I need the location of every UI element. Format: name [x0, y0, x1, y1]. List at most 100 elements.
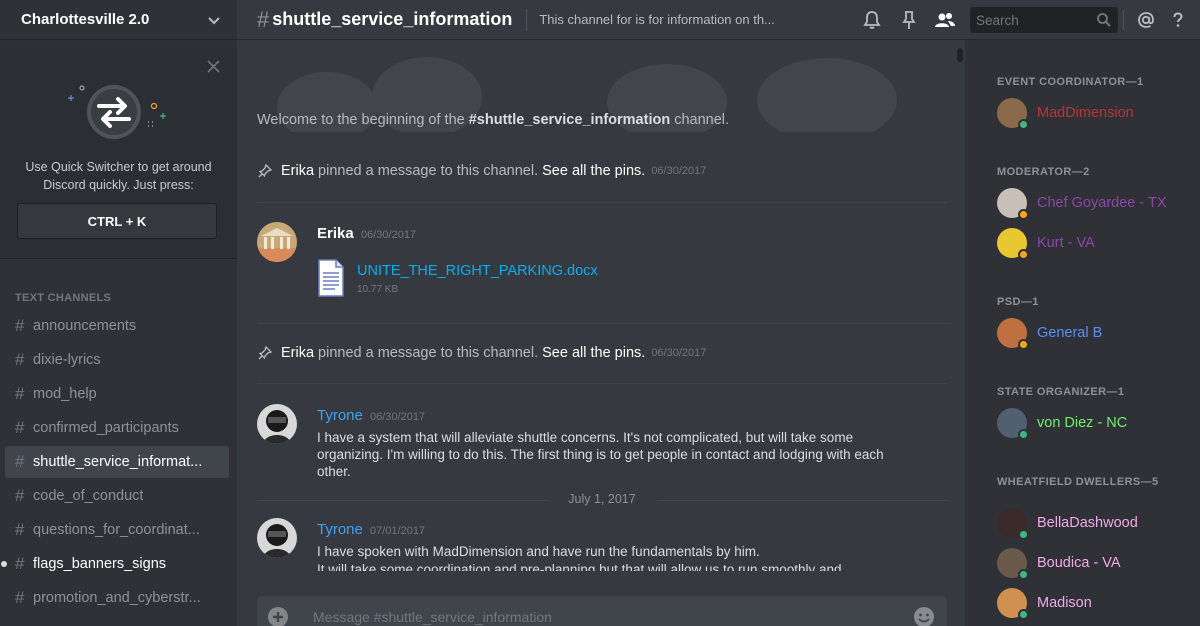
status-indicator: [1018, 339, 1029, 350]
pin-icon: [258, 163, 273, 178]
channel-name: announcements: [33, 318, 137, 334]
quick-switcher-text: Use Quick Switcher to get around Discord…: [25, 160, 212, 192]
channel-hash-icon: #: [15, 520, 25, 539]
message-author[interactable]: Tyrone: [317, 407, 363, 424]
members-icon[interactable]: [934, 9, 956, 31]
pin-author[interactable]: Erika: [281, 345, 314, 361]
member-item[interactable]: Chef Goyardee - TX: [997, 186, 1197, 220]
divider: [257, 323, 947, 324]
member-name: Chef Goyardee - TX: [1037, 195, 1167, 211]
document-icon: [318, 259, 344, 297]
channel-item[interactable]: # shuttle_service_informat...: [5, 446, 229, 478]
pin-icon: [258, 345, 273, 360]
divider: [1123, 10, 1124, 30]
mention-icon[interactable]: [1135, 9, 1157, 31]
status-indicator: [1018, 529, 1029, 540]
see-all-pins-link[interactable]: See all the pins.: [542, 163, 645, 179]
member-item[interactable]: Madison: [997, 586, 1197, 620]
channel-title: shuttle_service_information: [272, 9, 513, 29]
message: Tyrone 07/01/2017 I have spoken with Mad…: [257, 518, 947, 595]
member-item[interactable]: Kurt - VA: [997, 226, 1197, 260]
message-composer[interactable]: Message #shuttle_service_information: [257, 596, 947, 626]
member-name: Madison: [1037, 595, 1092, 611]
channel-hash-icon: #: [15, 418, 25, 437]
avatar[interactable]: [257, 222, 297, 262]
divider: [526, 8, 528, 31]
channel-item[interactable]: # flags_banners_signs: [1, 548, 229, 580]
message-text: It will take some coordination and pre-p…: [317, 562, 842, 571]
channel-hash-icon: #: [15, 350, 25, 369]
bell-icon[interactable]: [861, 9, 883, 31]
channel-name: dixie-lyrics: [33, 352, 101, 368]
channel-topic[interactable]: This channel for is for information on t…: [539, 12, 789, 27]
see-all-pins-link[interactable]: See all the pins.: [542, 345, 645, 361]
pin-icon[interactable]: [898, 9, 920, 31]
pin-text: pinned a message to this channel.: [318, 345, 539, 361]
channel-item[interactable]: # announcements: [5, 310, 229, 342]
upload-plus-icon[interactable]: [267, 606, 289, 626]
channel-item[interactable]: # mod_help: [5, 378, 229, 410]
timestamp: 06/30/2017: [651, 347, 707, 359]
attachment-link[interactable]: UNITE_THE_RIGHT_PARKING.docx: [357, 263, 598, 279]
emoji-icon[interactable]: [913, 606, 935, 626]
role-header: MODERATOR—2: [997, 166, 1090, 178]
welcome-suffix: channel.: [670, 112, 730, 128]
channel-item[interactable]: # promotion_and_cyberstr...: [5, 582, 229, 614]
channel-header: # shuttle_service_information This chann…: [237, 0, 1200, 40]
channel-name: shuttle_service_informat...: [33, 454, 203, 470]
message: Erika 06/30/2017 UNITE_THE_RIGHT_PARKING…: [257, 222, 947, 302]
message-author[interactable]: Tyrone: [317, 521, 363, 538]
scrollbar-thumb[interactable]: [957, 48, 963, 62]
status-indicator: [1018, 119, 1029, 130]
quick-switcher-shortcut[interactable]: CTRL + K: [17, 203, 217, 239]
member-item[interactable]: General B: [997, 316, 1197, 350]
channel-item[interactable]: # confirmed_participants: [5, 412, 229, 444]
pin-author[interactable]: Erika: [281, 163, 314, 179]
member-item[interactable]: von Diez - NC: [997, 406, 1197, 440]
member-item[interactable]: Boudica - VA: [997, 546, 1197, 580]
text-channels-header[interactable]: TEXT CHANNELS: [15, 292, 111, 304]
search-icon[interactable]: [1096, 12, 1112, 28]
channel-hash-icon: #: [15, 588, 25, 607]
message-input[interactable]: Message #shuttle_service_information: [313, 609, 552, 625]
quick-switcher-illustration-icon: [68, 85, 166, 139]
search-input[interactable]: [970, 7, 1090, 33]
welcome-prefix: Welcome to the beginning of the: [257, 112, 469, 128]
divider: [657, 500, 947, 501]
message-text: I have spoken with MadDimension and have…: [317, 544, 760, 559]
channel-welcome: Welcome to the beginning of the #shuttle…: [257, 112, 729, 128]
server-header[interactable]: Charlottesville 2.0: [0, 0, 237, 40]
channel-hash-icon: #: [257, 6, 270, 32]
message-timestamp: 06/30/2017: [361, 229, 417, 241]
channel-item[interactable]: # code_of_conduct: [5, 480, 229, 512]
channel-sidebar: Charlottesville 2.0 Use Quick Switcher t…: [0, 0, 237, 626]
member-item[interactable]: BellaDashwood: [997, 506, 1197, 540]
avatar[interactable]: [257, 404, 297, 444]
unread-indicator: [1, 561, 7, 567]
channel-item[interactable]: # dixie-lyrics: [5, 344, 229, 376]
member-list: EVENT COORDINATOR—1 MadDimension MODERATOR…: [965, 40, 1200, 626]
role-header: WHEATFIELD DWELLERS—5: [997, 476, 1159, 488]
role-header: EVENT COORDINATOR—1: [997, 76, 1144, 88]
member-item[interactable]: MadDimension: [997, 96, 1197, 130]
divider: [257, 202, 947, 203]
quick-switcher-panel: Use Quick Switcher to get around Discord…: [0, 48, 237, 258]
chevron-down-icon[interactable]: [207, 13, 221, 27]
server-name: Charlottesville 2.0: [21, 11, 150, 28]
channel-name: mod_help: [33, 386, 97, 402]
divider: [257, 383, 947, 384]
message-author[interactable]: Erika: [317, 225, 354, 242]
member-name: Kurt - VA: [1037, 235, 1095, 251]
avatar[interactable]: [257, 518, 297, 558]
message-text: I have a system that will alleviate shut…: [317, 430, 884, 479]
search-box[interactable]: [970, 7, 1118, 33]
close-icon[interactable]: [207, 60, 220, 73]
status-indicator: [1018, 209, 1029, 220]
welcome-channel: #shuttle_service_information: [468, 112, 671, 128]
scrollbar[interactable]: [956, 48, 964, 568]
status-indicator: [1018, 569, 1029, 580]
channel-name: confirmed_participants: [33, 420, 179, 436]
channel-item[interactable]: # questions_for_coordinat...: [5, 514, 229, 546]
date-divider-label: July 1, 2017: [568, 492, 636, 506]
help-icon[interactable]: [1167, 9, 1189, 31]
